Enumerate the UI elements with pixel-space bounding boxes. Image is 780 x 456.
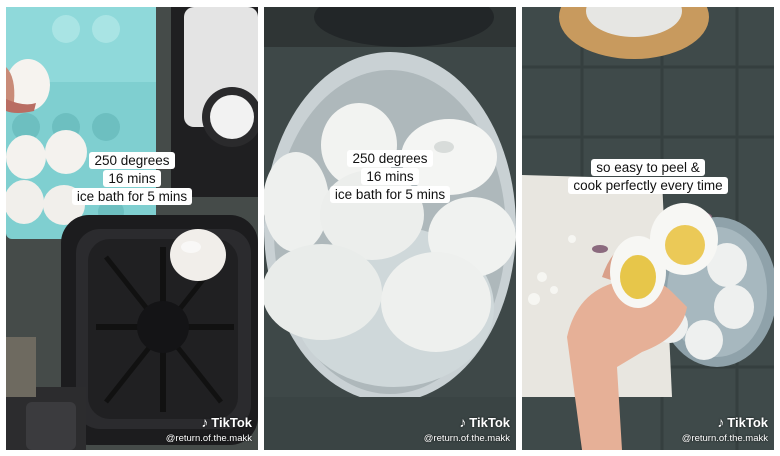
airfryer-scene xyxy=(6,7,258,450)
tiktok-brand: TikTok xyxy=(727,414,768,430)
panel-airfryer: 250 degrees 16 mins ice bath for 5 mins … xyxy=(6,7,258,450)
caption-line: so easy to peel & xyxy=(591,159,705,176)
caption-line: ice bath for 5 mins xyxy=(71,188,193,205)
tiktok-brand: TikTok xyxy=(469,414,510,430)
caption-line: 16 mins xyxy=(361,168,419,185)
caption: so easy to peel & cook perfectly every t… xyxy=(522,159,774,195)
caption: 250 degrees 16 mins ice bath for 5 mins xyxy=(6,152,258,206)
caption-line: 250 degrees xyxy=(347,150,433,167)
caption-line: 16 mins xyxy=(103,170,161,187)
caption: 250 degrees 16 mins ice bath for 5 mins xyxy=(264,150,516,204)
tiktok-note-icon: ♪ xyxy=(717,414,725,430)
tiktok-watermark: ♪ TikTok xyxy=(201,414,252,430)
creator-handle: @return.of.the.makk xyxy=(681,433,768,444)
tiktok-brand: TikTok xyxy=(211,414,252,430)
tiktok-note-icon: ♪ xyxy=(201,414,209,430)
panel-peeled-egg: so easy to peel & cook perfectly every t… xyxy=(522,7,774,450)
egg-in-basket xyxy=(170,229,226,281)
caption-line: ice bath for 5 mins xyxy=(329,186,451,203)
panel-egg-bowl: 250 degrees 16 mins ice bath for 5 mins … xyxy=(264,7,516,450)
tiktok-note-icon: ♪ xyxy=(459,414,467,430)
tiktok-watermark: ♪ TikTok xyxy=(717,414,768,430)
tiktok-watermark: ♪ TikTok xyxy=(459,414,510,430)
caption-line: 250 degrees xyxy=(89,152,175,169)
creator-handle: @return.of.the.makk xyxy=(165,433,252,444)
caption-line: cook perfectly every time xyxy=(568,177,728,194)
egg-bowl-scene xyxy=(264,7,516,450)
peeled-egg-scene xyxy=(522,7,774,450)
creator-handle: @return.of.the.makk xyxy=(423,433,510,444)
